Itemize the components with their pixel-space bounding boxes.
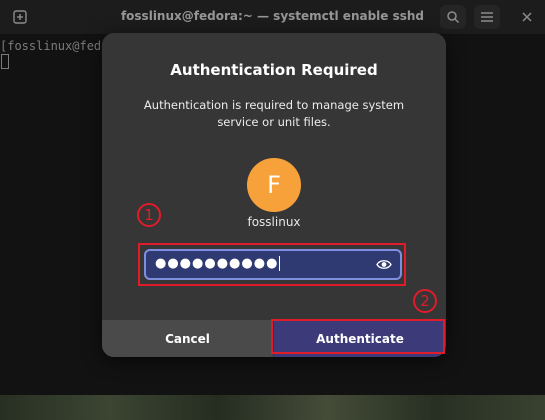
avatar: F [247, 158, 301, 212]
password-field[interactable]: ●●●●●●●●●● [144, 249, 402, 280]
authentication-dialog: Authentication Required Authentication i… [102, 33, 446, 357]
dialog-message: Authentication is required to manage sys… [143, 98, 405, 129]
eye-icon[interactable] [376, 258, 392, 271]
dialog-title: Authentication Required [170, 61, 378, 79]
password-value: ●●●●●●●●●● [155, 256, 281, 271]
step-2-badge: 2 [413, 289, 437, 313]
authenticate-highlight-box [271, 319, 445, 354]
step-1-badge: 1 [137, 203, 161, 227]
cancel-button[interactable]: Cancel [102, 320, 273, 357]
